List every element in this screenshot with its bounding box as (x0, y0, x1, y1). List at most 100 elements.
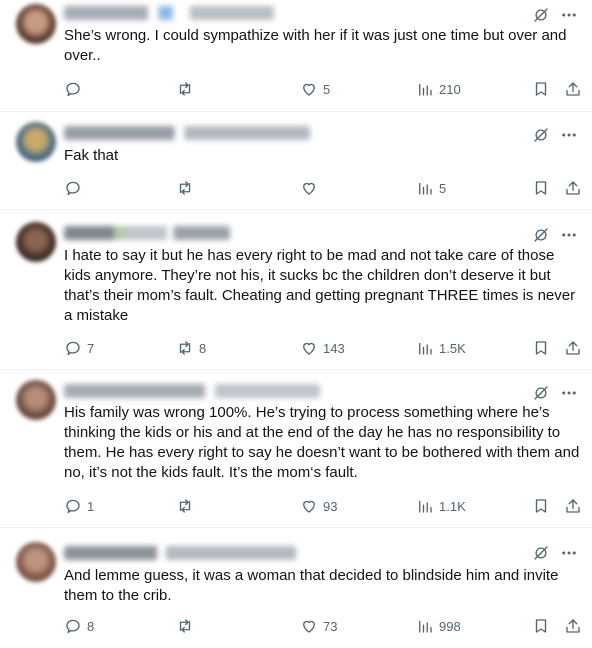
like-count: 73 (323, 618, 338, 634)
share-button[interactable] (564, 178, 582, 198)
views-button[interactable]: 998 (416, 616, 461, 636)
retweet-icon (179, 181, 191, 195)
bookmark-button[interactable] (532, 338, 550, 358)
grok-icon[interactable] (532, 384, 550, 402)
retweet-icon (179, 499, 191, 513)
tweet-text: His family was wrong 100%. He’s trying t… (64, 404, 584, 481)
bookmark-button[interactable] (532, 616, 550, 636)
share-button[interactable] (564, 79, 582, 99)
tweet[interactable]: And lemme guess, it was a woman that dec… (0, 528, 592, 648)
bookmark-icon (535, 341, 547, 355)
display-name-blurred[interactable] (64, 6, 274, 20)
views-button[interactable]: 5 (416, 178, 446, 198)
tweet[interactable]: Fak that 5 (0, 112, 592, 210)
tweet-actions: 1 93 1.1K (64, 496, 582, 516)
share-icon (566, 341, 580, 355)
more-options-icon[interactable] (560, 544, 578, 562)
heart-icon (303, 182, 315, 195)
display-name-blurred[interactable] (64, 226, 230, 240)
display-name-blurred[interactable] (64, 546, 296, 560)
more-options-icon[interactable] (560, 384, 578, 402)
views-button[interactable]: 1.1K (416, 496, 466, 516)
reply-icon (66, 181, 80, 196)
like-count: 5 (323, 81, 331, 97)
reply-button[interactable] (64, 79, 87, 99)
more-options-icon[interactable] (560, 6, 578, 24)
views-count: 998 (439, 618, 461, 634)
reply-button[interactable]: 1 (64, 496, 94, 516)
views-button[interactable]: 210 (416, 79, 461, 99)
reply-button[interactable]: 7 (64, 338, 94, 358)
tweet-header-actions (532, 544, 578, 562)
reply-button[interactable] (64, 178, 87, 198)
bookmark-icon (535, 82, 547, 96)
heart-icon (303, 620, 315, 633)
retweet-icon (179, 619, 191, 633)
grok-icon[interactable] (532, 126, 550, 144)
bookmark-icon (535, 181, 547, 195)
avatar[interactable] (16, 542, 56, 582)
like-button[interactable]: 143 (300, 338, 345, 358)
tweet-header-actions (532, 6, 578, 24)
more-options-icon[interactable] (560, 126, 578, 144)
views-chart-icon (419, 500, 432, 513)
reply-count: 7 (87, 340, 95, 356)
bookmark-button[interactable] (532, 496, 550, 516)
bookmark-icon (535, 619, 547, 633)
share-icon (566, 619, 580, 633)
grok-icon[interactable] (532, 6, 550, 24)
reply-count: 1 (87, 498, 95, 514)
reply-icon (66, 82, 80, 97)
views-count: 1.1K (439, 498, 466, 514)
tweet-text: She’s wrong. I could sympathize with her… (64, 27, 571, 64)
grok-icon[interactable] (532, 226, 550, 244)
retweet-button[interactable] (176, 79, 199, 99)
views-button[interactable]: 1.5K (416, 338, 466, 358)
bookmark-button[interactable] (532, 178, 550, 198)
views-chart-icon (419, 342, 432, 355)
tweet-actions: 7 8 143 1.5K (64, 338, 582, 358)
bookmark-button[interactable] (532, 79, 550, 99)
like-count: 93 (323, 498, 338, 514)
heart-icon (303, 342, 315, 355)
tweet[interactable]: His family was wrong 100%. He’s trying t… (0, 370, 592, 528)
tweet-text: And lemme guess, it was a woman that dec… (64, 567, 563, 604)
grok-icon[interactable] (532, 544, 550, 562)
tweet-header-actions (532, 226, 578, 244)
share-icon (566, 181, 580, 195)
avatar[interactable] (16, 380, 56, 420)
views-count: 210 (439, 81, 461, 97)
like-button[interactable] (300, 178, 323, 198)
share-button[interactable] (564, 616, 582, 636)
retweet-button[interactable] (176, 178, 199, 198)
reply-count: 8 (87, 618, 95, 634)
like-button[interactable]: 73 (300, 616, 337, 636)
retweet-button[interactable] (176, 616, 199, 636)
views-chart-icon (419, 620, 432, 633)
like-count: 143 (323, 340, 345, 356)
tweet[interactable]: I hate to say it but he has every right … (0, 210, 592, 370)
tweet-actions: 8 73 998 (64, 616, 582, 636)
avatar[interactable] (16, 222, 56, 262)
share-button[interactable] (564, 496, 582, 516)
reply-icon (66, 619, 80, 634)
heart-icon (303, 500, 315, 513)
like-button[interactable]: 5 (300, 79, 330, 99)
tweet[interactable]: She’s wrong. I could sympathize with her… (0, 0, 592, 112)
more-options-icon[interactable] (560, 226, 578, 244)
avatar[interactable] (16, 4, 56, 44)
like-button[interactable]: 93 (300, 496, 337, 516)
display-name-blurred[interactable] (64, 126, 310, 140)
tweet-header-actions (532, 384, 578, 402)
display-name-blurred[interactable] (64, 384, 320, 398)
reply-feed: She’s wrong. I could sympathize with her… (0, 0, 592, 648)
retweet-button[interactable] (176, 496, 199, 516)
retweet-button[interactable]: 8 (176, 338, 206, 358)
share-button[interactable] (564, 338, 582, 358)
heart-icon (303, 83, 315, 96)
retweet-icon (179, 82, 191, 96)
share-icon (566, 499, 580, 513)
avatar[interactable] (16, 122, 56, 162)
reply-button[interactable]: 8 (64, 616, 94, 636)
views-count: 1.5K (439, 340, 466, 356)
